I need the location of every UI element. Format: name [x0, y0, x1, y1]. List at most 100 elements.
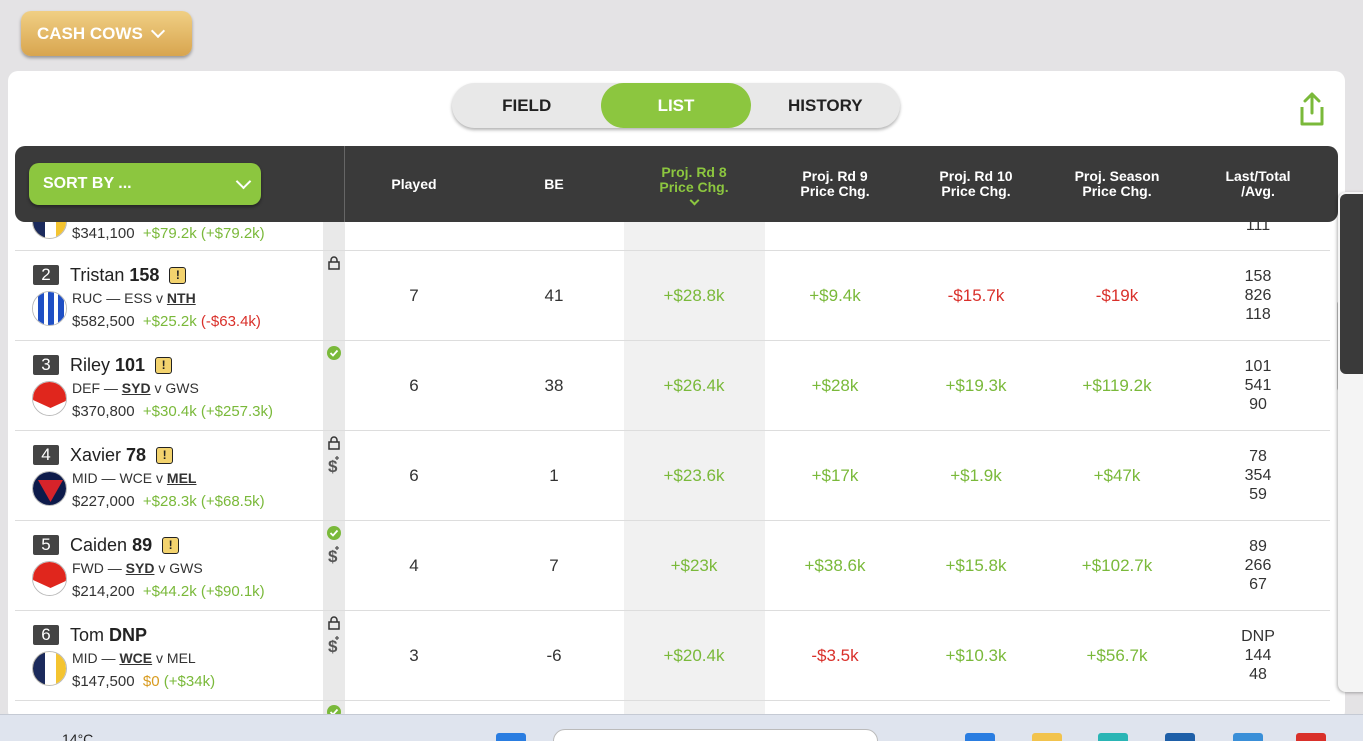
be-cell: 41 — [544, 285, 564, 305]
weather-temperature[interactable]: 14°C — [62, 731, 93, 741]
avg-value: 90 — [1249, 396, 1267, 413]
tab-field[interactable]: FIELD — [452, 83, 601, 128]
file-explorer-icon[interactable] — [1032, 733, 1062, 741]
app-icon[interactable] — [965, 733, 995, 741]
first-name: Caiden — [70, 535, 128, 555]
table-row[interactable]: 2 Tristan 158! RUC — ESS v NTH $582,500 … — [15, 251, 1330, 341]
rd10-cell: +$19.3k — [945, 375, 1007, 395]
cash-cows-dropdown[interactable]: CASH COWS — [21, 11, 192, 56]
col-season-price-chg[interactable]: Proj. Season Price Chg. — [1047, 146, 1187, 222]
first-name: Riley — [70, 355, 111, 375]
first-name: Tom — [70, 625, 105, 645]
position-code: MID — [72, 650, 98, 666]
app-icon[interactable] — [1165, 733, 1195, 741]
player-name[interactable]: Tom DNP — [70, 625, 147, 646]
last-total-avg-cell: 158 826 118 — [1188, 267, 1328, 324]
windows-start-icon[interactable] — [496, 733, 526, 741]
price-value: $341,100 — [72, 225, 135, 242]
side-panel-header — [1340, 194, 1363, 374]
sort-by-dropdown[interactable]: SORT BY ... — [29, 163, 261, 205]
rd9-cell: +$9.4k — [809, 285, 861, 305]
col-be[interactable]: BE — [484, 146, 624, 222]
position-code: FWD — [72, 560, 104, 576]
share-icon[interactable] — [1298, 91, 1326, 127]
rd8-cell: +$26.4k — [663, 375, 725, 395]
dollar-up-icon: $ — [328, 636, 339, 655]
team-guernsey-icon — [32, 651, 67, 686]
price-change-total: (-$63.4k) — [200, 313, 261, 330]
price-change: $0 — [142, 673, 160, 690]
col-season-sublabel: Price Chg. — [1082, 183, 1152, 199]
tab-list[interactable]: LIST — [601, 83, 751, 128]
player-name[interactable]: Xavier 78! — [70, 445, 174, 466]
avg-value: 67 — [1249, 576, 1267, 593]
lock-icon — [328, 436, 340, 450]
table-row[interactable]: 4 Xavier 78! MID — WCE v MEL $227,000 +$… — [15, 431, 1330, 521]
played-cell: 4 — [409, 555, 419, 575]
price-change-total: (+$34k) — [163, 673, 216, 690]
table-row[interactable]: 6 Tom DNP MID — WCE v MEL $147,500 $0 (+… — [15, 611, 1330, 701]
opponent-code: GWS — [169, 560, 203, 576]
table-row[interactable]: 5 Caiden 89! FWD — SYD v GWS $214,200 +$… — [15, 521, 1330, 611]
col-rd9-price-chg[interactable]: Proj. Rd 9 Price Chg. — [765, 146, 905, 222]
season-cell: +$102.7k — [1081, 555, 1153, 575]
table-row[interactable]: 3 Riley 101! DEF — SYD v GWS $370,800 +$… — [15, 341, 1330, 431]
season-cell: +$119.2k — [1082, 375, 1152, 395]
col-played[interactable]: Played — [344, 146, 484, 222]
col-last-total-avg[interactable]: Last/Total /Avg. — [1188, 146, 1328, 222]
last-name: 158 — [129, 265, 160, 285]
taskbar-search[interactable] — [553, 729, 878, 741]
app-icon[interactable] — [1296, 733, 1326, 741]
last-value: DNP — [1241, 628, 1275, 645]
opponent-code: NTH — [166, 290, 196, 306]
avg-value: 111 — [1245, 222, 1271, 234]
price-value: $582,500 — [72, 313, 135, 330]
last-total-avg-cell: 78 354 59 — [1188, 447, 1328, 504]
total-value: 541 — [1244, 377, 1272, 394]
main-card: FIELD LIST HISTORY SORT BY ... Played BE… — [8, 71, 1345, 721]
side-panel[interactable] — [1338, 192, 1363, 692]
price-change: +$44.2k — [142, 583, 197, 600]
last-total-avg-cell: DNP 144 48 — [1188, 627, 1328, 684]
rd8-cell: +$28.8k — [663, 285, 725, 305]
price-value: $227,000 — [72, 493, 135, 510]
tab-history[interactable]: HISTORY — [751, 83, 900, 128]
avg-value: 48 — [1249, 666, 1267, 683]
col-rd10-price-chg[interactable]: Proj. Rd 10 Price Chg. — [906, 146, 1046, 222]
col-be-label: BE — [544, 175, 564, 192]
team-code: SYD — [125, 560, 155, 576]
last-total-avg-cell: 101 541 90 — [1188, 357, 1328, 414]
price-change-total: (+$79.2k) — [200, 225, 265, 242]
col-rd10-sublabel: Price Chg. — [941, 183, 1011, 199]
team-code: SYD — [121, 380, 151, 396]
price-value: $147,500 — [72, 673, 135, 690]
col-rd8-price-chg[interactable]: Proj. Rd 8 Price Chg. — [624, 146, 764, 222]
player-price: $147,500 $0 (+$34k) — [72, 673, 215, 690]
last-value: 78 — [1249, 448, 1267, 465]
position-code: MID — [72, 470, 98, 486]
rank-badge: 6 — [33, 625, 59, 645]
app-icon[interactable] — [1098, 733, 1128, 741]
last-value: 158 — [1244, 268, 1272, 285]
last-name: 89 — [132, 535, 153, 555]
season-cell: -$19k — [1095, 285, 1139, 305]
player-name[interactable]: Caiden 89! — [70, 535, 180, 556]
rd9-cell: +$38.6k — [804, 555, 866, 575]
player-price: $214,200 +$44.2k (+$90.1k) — [72, 583, 265, 600]
last-name: DNP — [109, 625, 148, 645]
sort-by-label: SORT BY ... — [43, 175, 132, 192]
avg-value: 118 — [1245, 306, 1271, 323]
player-name[interactable]: Riley 101! — [70, 355, 173, 376]
opponent-code: MEL — [166, 470, 197, 486]
col-season-label: Proj. Season — [1074, 168, 1160, 184]
table-row[interactable]: $341,100 +$79.2k (+$79.2k) 111 — [15, 222, 1330, 251]
rank-badge: 3 — [33, 355, 59, 375]
player-name[interactable]: Tristan 158! — [70, 265, 187, 286]
rd8-cell: +$23.6k — [663, 465, 725, 485]
rank-badge: 2 — [33, 265, 59, 285]
team-guernsey-icon — [32, 561, 67, 596]
played-cell: 6 — [409, 465, 419, 485]
rd8-cell: +$20.4k — [663, 645, 725, 665]
app-icon[interactable] — [1233, 733, 1263, 741]
avg-value: 59 — [1249, 486, 1267, 503]
